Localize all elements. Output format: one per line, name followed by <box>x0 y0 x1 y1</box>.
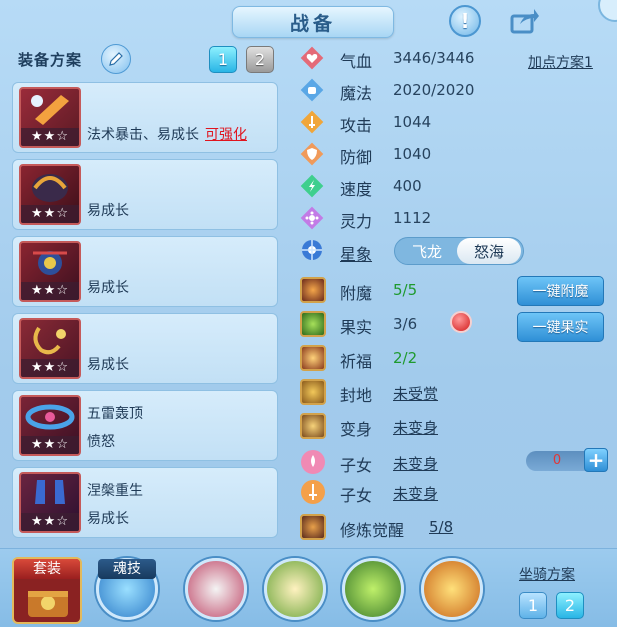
fruit-icon <box>300 311 326 337</box>
belt-icon: ★★☆ <box>19 395 81 456</box>
skill-orb-3[interactable] <box>342 558 404 620</box>
sword-icon <box>300 110 324 134</box>
speed-icon <box>300 174 324 198</box>
fruit-alert-icon[interactable] <box>450 311 472 333</box>
equipment-scheme-tab-1[interactable]: 1 <box>209 46 237 73</box>
boots-icon: ★★☆ <box>19 472 81 533</box>
awaken-icon <box>300 514 326 540</box>
feature-cultivation-awaken: 修炼觉醒 5/8 <box>300 512 600 542</box>
equipment-slot-6[interactable]: ★★☆ 涅槃重生 易成长 <box>12 467 278 538</box>
mount-scheme-label: 坐骑方案 <box>519 567 575 583</box>
weapon-fan-icon: ★★☆ <box>19 87 81 148</box>
spirit-icon <box>300 206 324 230</box>
stat-hp: 气血 3446/3446 <box>300 43 510 73</box>
blessing-icon <box>300 345 326 371</box>
feature-fief: 封地 未受赏 <box>300 377 600 407</box>
star-sign-icon <box>302 240 322 260</box>
close-button[interactable] <box>598 0 617 22</box>
equipment-slot-3-attributes: 易成长 <box>87 280 129 296</box>
skill-orb-4[interactable] <box>421 558 483 620</box>
skill-orb-2[interactable] <box>264 558 326 620</box>
share-icon <box>510 9 539 34</box>
add-point-scheme-link[interactable]: 加点方案1 <box>528 52 593 72</box>
stat-spirit: 灵力 1112 <box>300 203 510 233</box>
enchant-icon <box>300 277 326 303</box>
equipment-slot-2[interactable]: ★★☆ 易成长 <box>12 159 278 230</box>
equipment-slot-4[interactable]: ★★☆ 易成长 <box>12 313 278 384</box>
necklace-icon: ★★☆ <box>19 241 81 302</box>
child-counter-value: 0 <box>552 453 562 468</box>
stat-attack: 攻击 1044 <box>300 107 510 137</box>
equipment-slot-6-attributes: 易成长 <box>87 511 129 527</box>
stat-speed: 速度 400 <box>300 171 510 201</box>
equipment-scheme-tab-2[interactable]: 2 <box>246 46 274 73</box>
shield-icon <box>300 142 324 166</box>
child-lotus-icon <box>301 450 325 474</box>
star-sign-option-flying-dragon[interactable]: 飞龙 <box>395 238 459 264</box>
help-button[interactable]: ! <box>449 5 481 37</box>
equipment-slot-4-attributes: 易成长 <box>87 357 129 373</box>
plus-icon: + <box>587 448 605 472</box>
armor-icon: ★★☆ <box>19 318 81 379</box>
mount-scheme-tab-2[interactable]: 2 <box>556 592 584 619</box>
feature-child-2: 子女 未变身 <box>300 477 600 507</box>
helmet-icon: ★★☆ <box>19 164 81 225</box>
star-sign-label: 星象 <box>340 245 373 264</box>
equipment-slot-5-attributes: 愤怒 <box>87 434 115 450</box>
soul-skill-label: 魂技 <box>98 559 156 579</box>
stat-mp: 魔法 2020/2020 <box>300 75 510 105</box>
share-button[interactable] <box>509 6 541 36</box>
equipment-slot-3[interactable]: ★★☆ 易成长 <box>12 236 278 307</box>
skill-orb-1[interactable] <box>185 558 247 620</box>
stat-defense: 防御 1040 <box>300 139 510 169</box>
transform-icon <box>300 413 326 439</box>
battle-prep-panel: 战备 ! 装备方案 1 2 ★★☆ 法术暴击、易成长 可强化 ★★☆ 易成长 ★… <box>0 0 617 627</box>
equipment-slot-5[interactable]: ★★☆ 五雷轰顶 愤怒 <box>12 390 278 461</box>
mana-icon <box>300 78 324 102</box>
equipment-slot-1[interactable]: ★★☆ 法术暴击、易成长 可强化 <box>12 82 278 153</box>
add-button[interactable]: + <box>584 448 608 472</box>
star-sign-toggle[interactable]: 飞龙 怒海 <box>394 237 524 265</box>
edit-scheme-button[interactable] <box>101 44 131 74</box>
treasure-chest-icon <box>28 591 68 617</box>
feature-blessing: 祈福 2/2 <box>300 343 600 373</box>
feature-transform: 变身 未变身 <box>300 411 600 441</box>
equipment-slot-6-skill: 涅槃重生 <box>87 483 143 499</box>
equipment-slot-1-attributes: 法术暴击、易成长 可强化 <box>87 127 247 143</box>
child-sword-icon <box>301 480 325 504</box>
suit-button[interactable]: 套装 <box>12 557 82 624</box>
heart-icon <box>300 46 324 70</box>
mount-scheme-tab-1[interactable]: 1 <box>519 592 547 619</box>
equipment-slot-5-skill: 五雷轰顶 <box>87 406 143 422</box>
suit-label: 套装 <box>14 559 80 579</box>
equipment-scheme-title: 装备方案 <box>18 51 83 69</box>
one-click-fruit-button[interactable]: 一键果实 <box>517 312 604 342</box>
pencil-icon <box>109 52 123 66</box>
exclamation-icon: ! <box>460 9 470 33</box>
fief-icon <box>300 379 326 405</box>
panel-title: 战备 <box>232 6 394 38</box>
one-click-enchant-button[interactable]: 一键附魔 <box>517 276 604 306</box>
enhanceable-link[interactable]: 可强化 <box>205 127 247 143</box>
star-sign-option-angry-sea[interactable]: 怒海 <box>457 238 521 264</box>
equipment-slot-2-attributes: 易成长 <box>87 203 129 219</box>
